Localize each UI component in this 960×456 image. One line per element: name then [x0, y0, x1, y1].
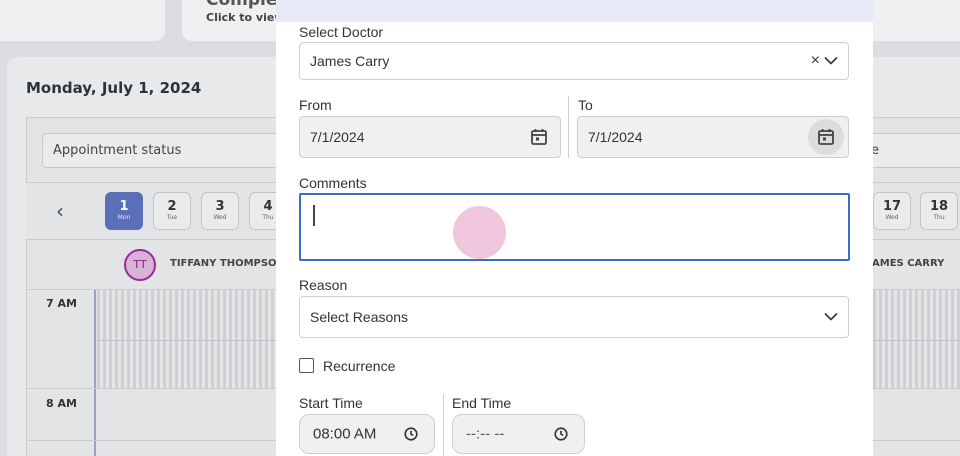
comments-label: Comments [299, 175, 367, 191]
doctor-select-value: James Carry [310, 53, 390, 69]
select-doctor-label: Select Doctor [299, 24, 384, 40]
to-date-value: 7/1/2024 [588, 129, 643, 145]
time-divider [443, 394, 444, 456]
click-ripple [453, 206, 506, 259]
reason-select[interactable]: Select Reasons [299, 296, 849, 338]
chevron-down-icon[interactable] [824, 56, 838, 66]
modal-header [276, 0, 873, 22]
end-time-label: End Time [452, 395, 512, 411]
to-label: To [578, 97, 593, 113]
clock-icon[interactable] [404, 427, 418, 441]
to-date-input[interactable]: 7/1/2024 [577, 116, 849, 158]
from-label: From [299, 97, 332, 113]
reason-label: Reason [299, 277, 348, 293]
from-date-value: 7/1/2024 [310, 129, 365, 145]
calendar-icon [818, 129, 834, 145]
date-divider [568, 96, 569, 158]
from-date-input[interactable]: 7/1/2024 [299, 116, 561, 158]
start-time-input[interactable]: 08:00 AM [299, 414, 435, 454]
calendar-icon[interactable] [530, 128, 548, 146]
end-time-input[interactable]: --:-- -- [452, 414, 585, 454]
clock-icon[interactable] [554, 427, 568, 441]
calendar-button[interactable] [808, 119, 844, 155]
doctor-select[interactable]: James Carry × [299, 42, 849, 80]
reason-placeholder: Select Reasons [310, 309, 409, 325]
recurrence-checkbox[interactable] [299, 358, 314, 373]
end-time-value: --:-- -- [466, 425, 505, 443]
chevron-down-icon[interactable] [824, 312, 838, 322]
recurrence-label[interactable]: Recurrence [323, 358, 395, 374]
start-time-value: 08:00 AM [313, 425, 377, 443]
comments-textarea[interactable] [299, 193, 850, 261]
clear-icon[interactable]: × [811, 52, 820, 70]
start-time-label: Start Time [299, 395, 363, 411]
text-caret [313, 205, 315, 226]
